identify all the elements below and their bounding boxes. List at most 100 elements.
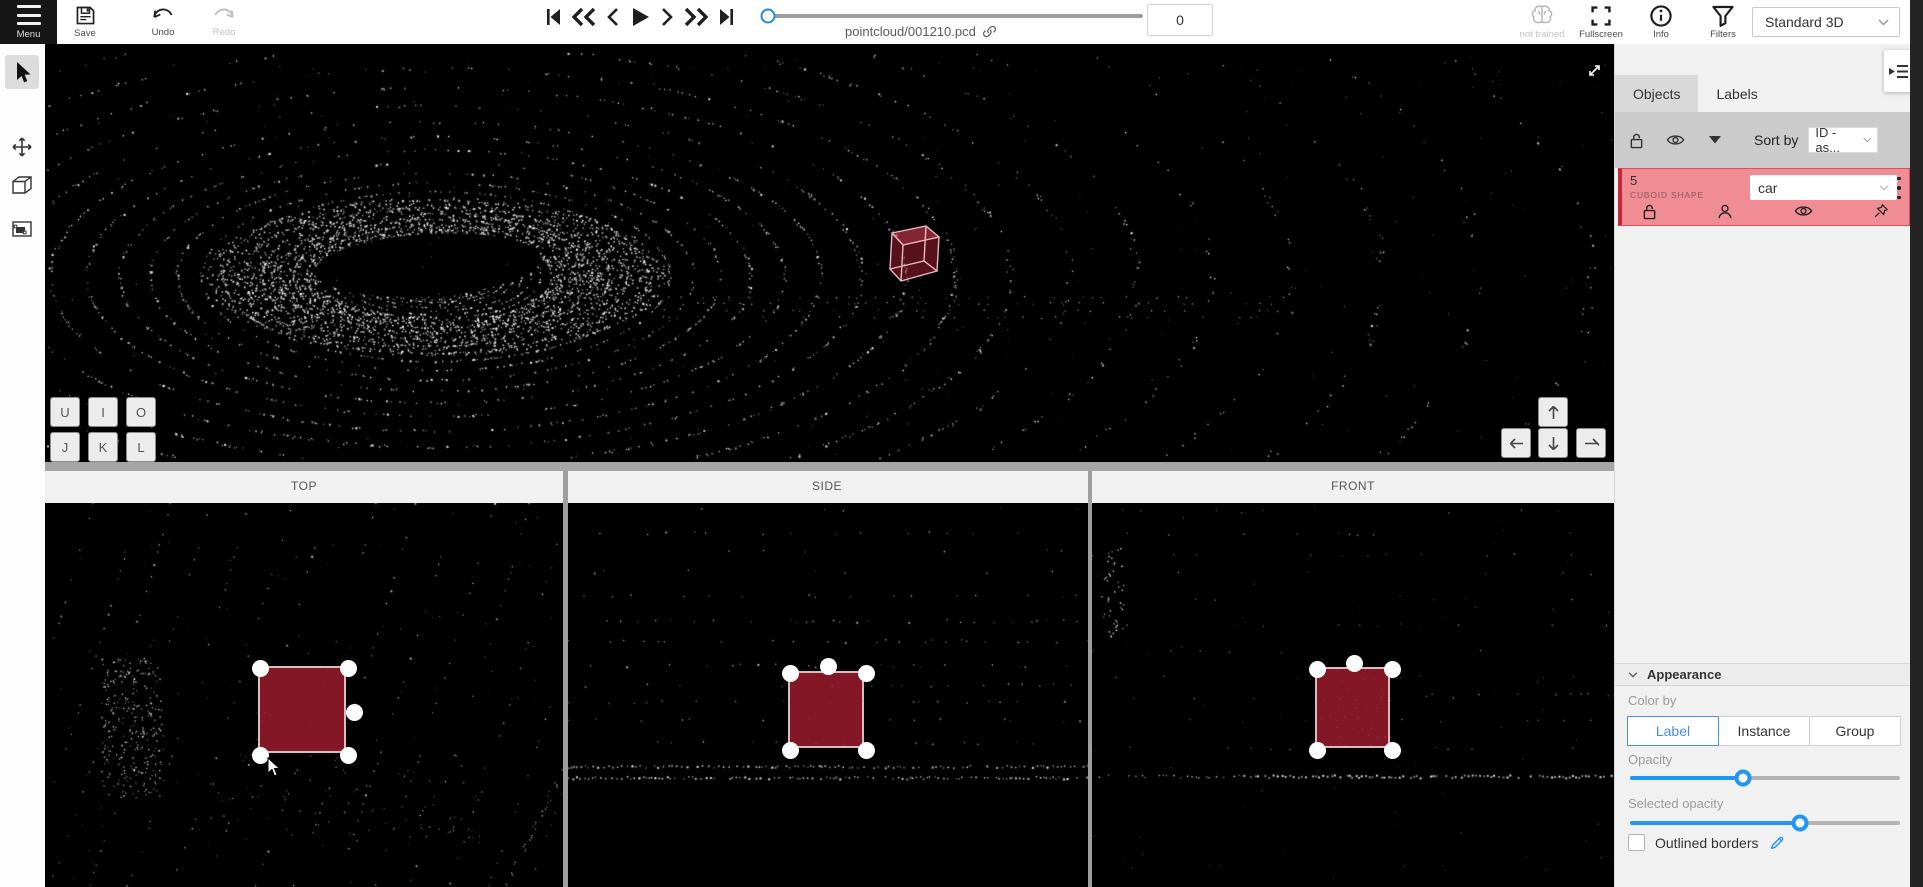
color-by-instance-option[interactable]: Instance: [1718, 716, 1810, 746]
object-pin-button[interactable]: [1873, 203, 1889, 219]
undo-label: Undo: [152, 27, 175, 38]
selected-opacity-slider-handle[interactable]: [1792, 815, 1809, 832]
bbox-side-view[interactable]: [788, 671, 864, 748]
chevron-down-icon: [1628, 672, 1638, 678]
bbox-handle[interactable]: [1346, 655, 1363, 672]
nav-right-button[interactable]: [1576, 428, 1606, 458]
bbox-handle[interactable]: [1309, 661, 1326, 678]
color-by-group-option[interactable]: Group: [1809, 716, 1901, 746]
fullscreen-label: Fullscreen: [1579, 29, 1623, 40]
selected-opacity-slider[interactable]: [1630, 821, 1900, 825]
tab-objects[interactable]: Objects: [1615, 75, 1698, 112]
chevron-down-icon: [1863, 137, 1872, 143]
main-3d-viewport[interactable]: [45, 44, 1614, 462]
opacity-slider-handle[interactable]: [1735, 770, 1752, 787]
info-icon: [1649, 4, 1673, 28]
hotkey-i[interactable]: I: [88, 397, 118, 427]
visibility-all-button[interactable]: [1666, 133, 1685, 147]
skip-to-start-button[interactable]: [545, 7, 562, 27]
info-label: Info: [1653, 29, 1669, 40]
frame-number-input[interactable]: 0: [1147, 4, 1213, 36]
horizontal-splitter[interactable]: [45, 462, 1614, 471]
filters-button[interactable]: Filters: [1698, 0, 1748, 44]
object-visibility-button[interactable]: [1794, 204, 1813, 218]
undo-button[interactable]: Undo: [142, 0, 184, 44]
image-bbox-tool-button[interactable]: [5, 212, 39, 246]
expand-view-button[interactable]: [1586, 62, 1603, 79]
viewport-divider[interactable]: [1088, 471, 1093, 887]
opacity-slider[interactable]: [1630, 776, 1900, 780]
hotkey-u[interactable]: U: [50, 397, 80, 427]
object-card-car[interactable]: 5 CUBOID SHAPE car: [1618, 168, 1910, 226]
bbox-handle[interactable]: [1309, 742, 1326, 759]
objects-toolbar: Sort by ID - as...: [1615, 112, 1911, 168]
tools-sidebar: [0, 44, 46, 887]
outlined-borders-checkbox[interactable]: [1628, 834, 1645, 851]
pan-tool-button[interactable]: [5, 130, 39, 164]
bbox-handle[interactable]: [858, 742, 875, 759]
bbox-handle[interactable]: [820, 658, 837, 675]
lock-all-button[interactable]: [1629, 132, 1644, 149]
hotkey-o[interactable]: O: [126, 397, 156, 427]
frame-slider[interactable]: [768, 14, 1143, 18]
color-by-label: Color by: [1628, 693, 1676, 708]
nn-model-button[interactable]: not trained: [1516, 0, 1568, 44]
filters-label: Filters: [1710, 29, 1736, 40]
chevron-down-icon: [1878, 19, 1889, 26]
nav-left-button[interactable]: [1501, 428, 1531, 458]
edit-pencil-icon[interactable]: [1769, 835, 1785, 851]
hotkey-k[interactable]: K: [88, 432, 118, 462]
filename-label: pointcloud/001210.pcd: [845, 24, 976, 39]
bbox-handle[interactable]: [346, 704, 363, 721]
next-frame-button[interactable]: [660, 7, 674, 27]
bbox-handle[interactable]: [252, 660, 269, 677]
bbox-handle[interactable]: [340, 747, 357, 764]
move-arrows-icon: [11, 136, 33, 158]
nav-up-button[interactable]: [1538, 397, 1568, 427]
tab-labels[interactable]: Labels: [1698, 75, 1775, 112]
color-by-label-option[interactable]: Label: [1627, 716, 1719, 746]
cuboid-tool-button[interactable]: [5, 168, 39, 202]
info-button[interactable]: Info: [1638, 0, 1684, 44]
bbox-handle[interactable]: [1384, 661, 1401, 678]
play-button[interactable]: [629, 6, 651, 28]
object-menu-button[interactable]: [1893, 177, 1905, 199]
redo-button[interactable]: Redo: [203, 0, 245, 44]
bbox-handle[interactable]: [1384, 742, 1401, 759]
lock-icon: [1629, 132, 1644, 149]
frame-slider-handle[interactable]: [761, 9, 776, 24]
nav-down-button[interactable]: [1538, 428, 1568, 458]
chevron-down-icon: [1879, 185, 1889, 191]
previous-frame-button[interactable]: [606, 7, 620, 27]
cuboid-annotation-3d[interactable]: [882, 219, 946, 285]
bbox-handle[interactable]: [782, 742, 799, 759]
save-button[interactable]: Save: [66, 0, 104, 44]
object-lock-button[interactable]: [1642, 203, 1657, 220]
expand-list-button[interactable]: [1709, 136, 1721, 144]
bbox-handle[interactable]: [782, 665, 799, 682]
view-mode-select[interactable]: Standard 3D: [1752, 7, 1900, 37]
bbox-handle[interactable]: [340, 660, 357, 677]
top-toolbar: Menu Save Undo Redo: [0, 0, 1923, 45]
select-tool-button[interactable]: [5, 55, 39, 89]
link-icon[interactable]: [982, 24, 997, 39]
object-author-button[interactable]: [1717, 203, 1733, 220]
fast-rewind-button[interactable]: [571, 7, 597, 27]
bbox-top-view[interactable]: [258, 666, 346, 753]
bbox-front-view[interactable]: [1315, 667, 1390, 748]
appearance-section-header[interactable]: Appearance: [1615, 663, 1911, 686]
fullscreen-button[interactable]: Fullscreen: [1572, 0, 1630, 44]
menu-button[interactable]: Menu: [0, 0, 57, 44]
viewport-divider[interactable]: [563, 471, 568, 887]
bbox-handle[interactable]: [252, 747, 269, 764]
skip-to-end-button[interactable]: [718, 7, 735, 27]
object-class-select[interactable]: car: [1750, 175, 1897, 200]
sort-by-label: Sort by: [1754, 132, 1798, 148]
undo-icon: [150, 4, 176, 26]
hotkey-l[interactable]: L: [126, 432, 156, 462]
fast-forward-button[interactable]: [683, 7, 709, 27]
pointcloud-labeling-app: Menu Save Undo Redo: [0, 0, 1923, 887]
bbox-handle[interactable]: [858, 665, 875, 682]
sort-by-select[interactable]: ID - as...: [1808, 127, 1878, 153]
hotkey-j[interactable]: J: [50, 432, 80, 462]
